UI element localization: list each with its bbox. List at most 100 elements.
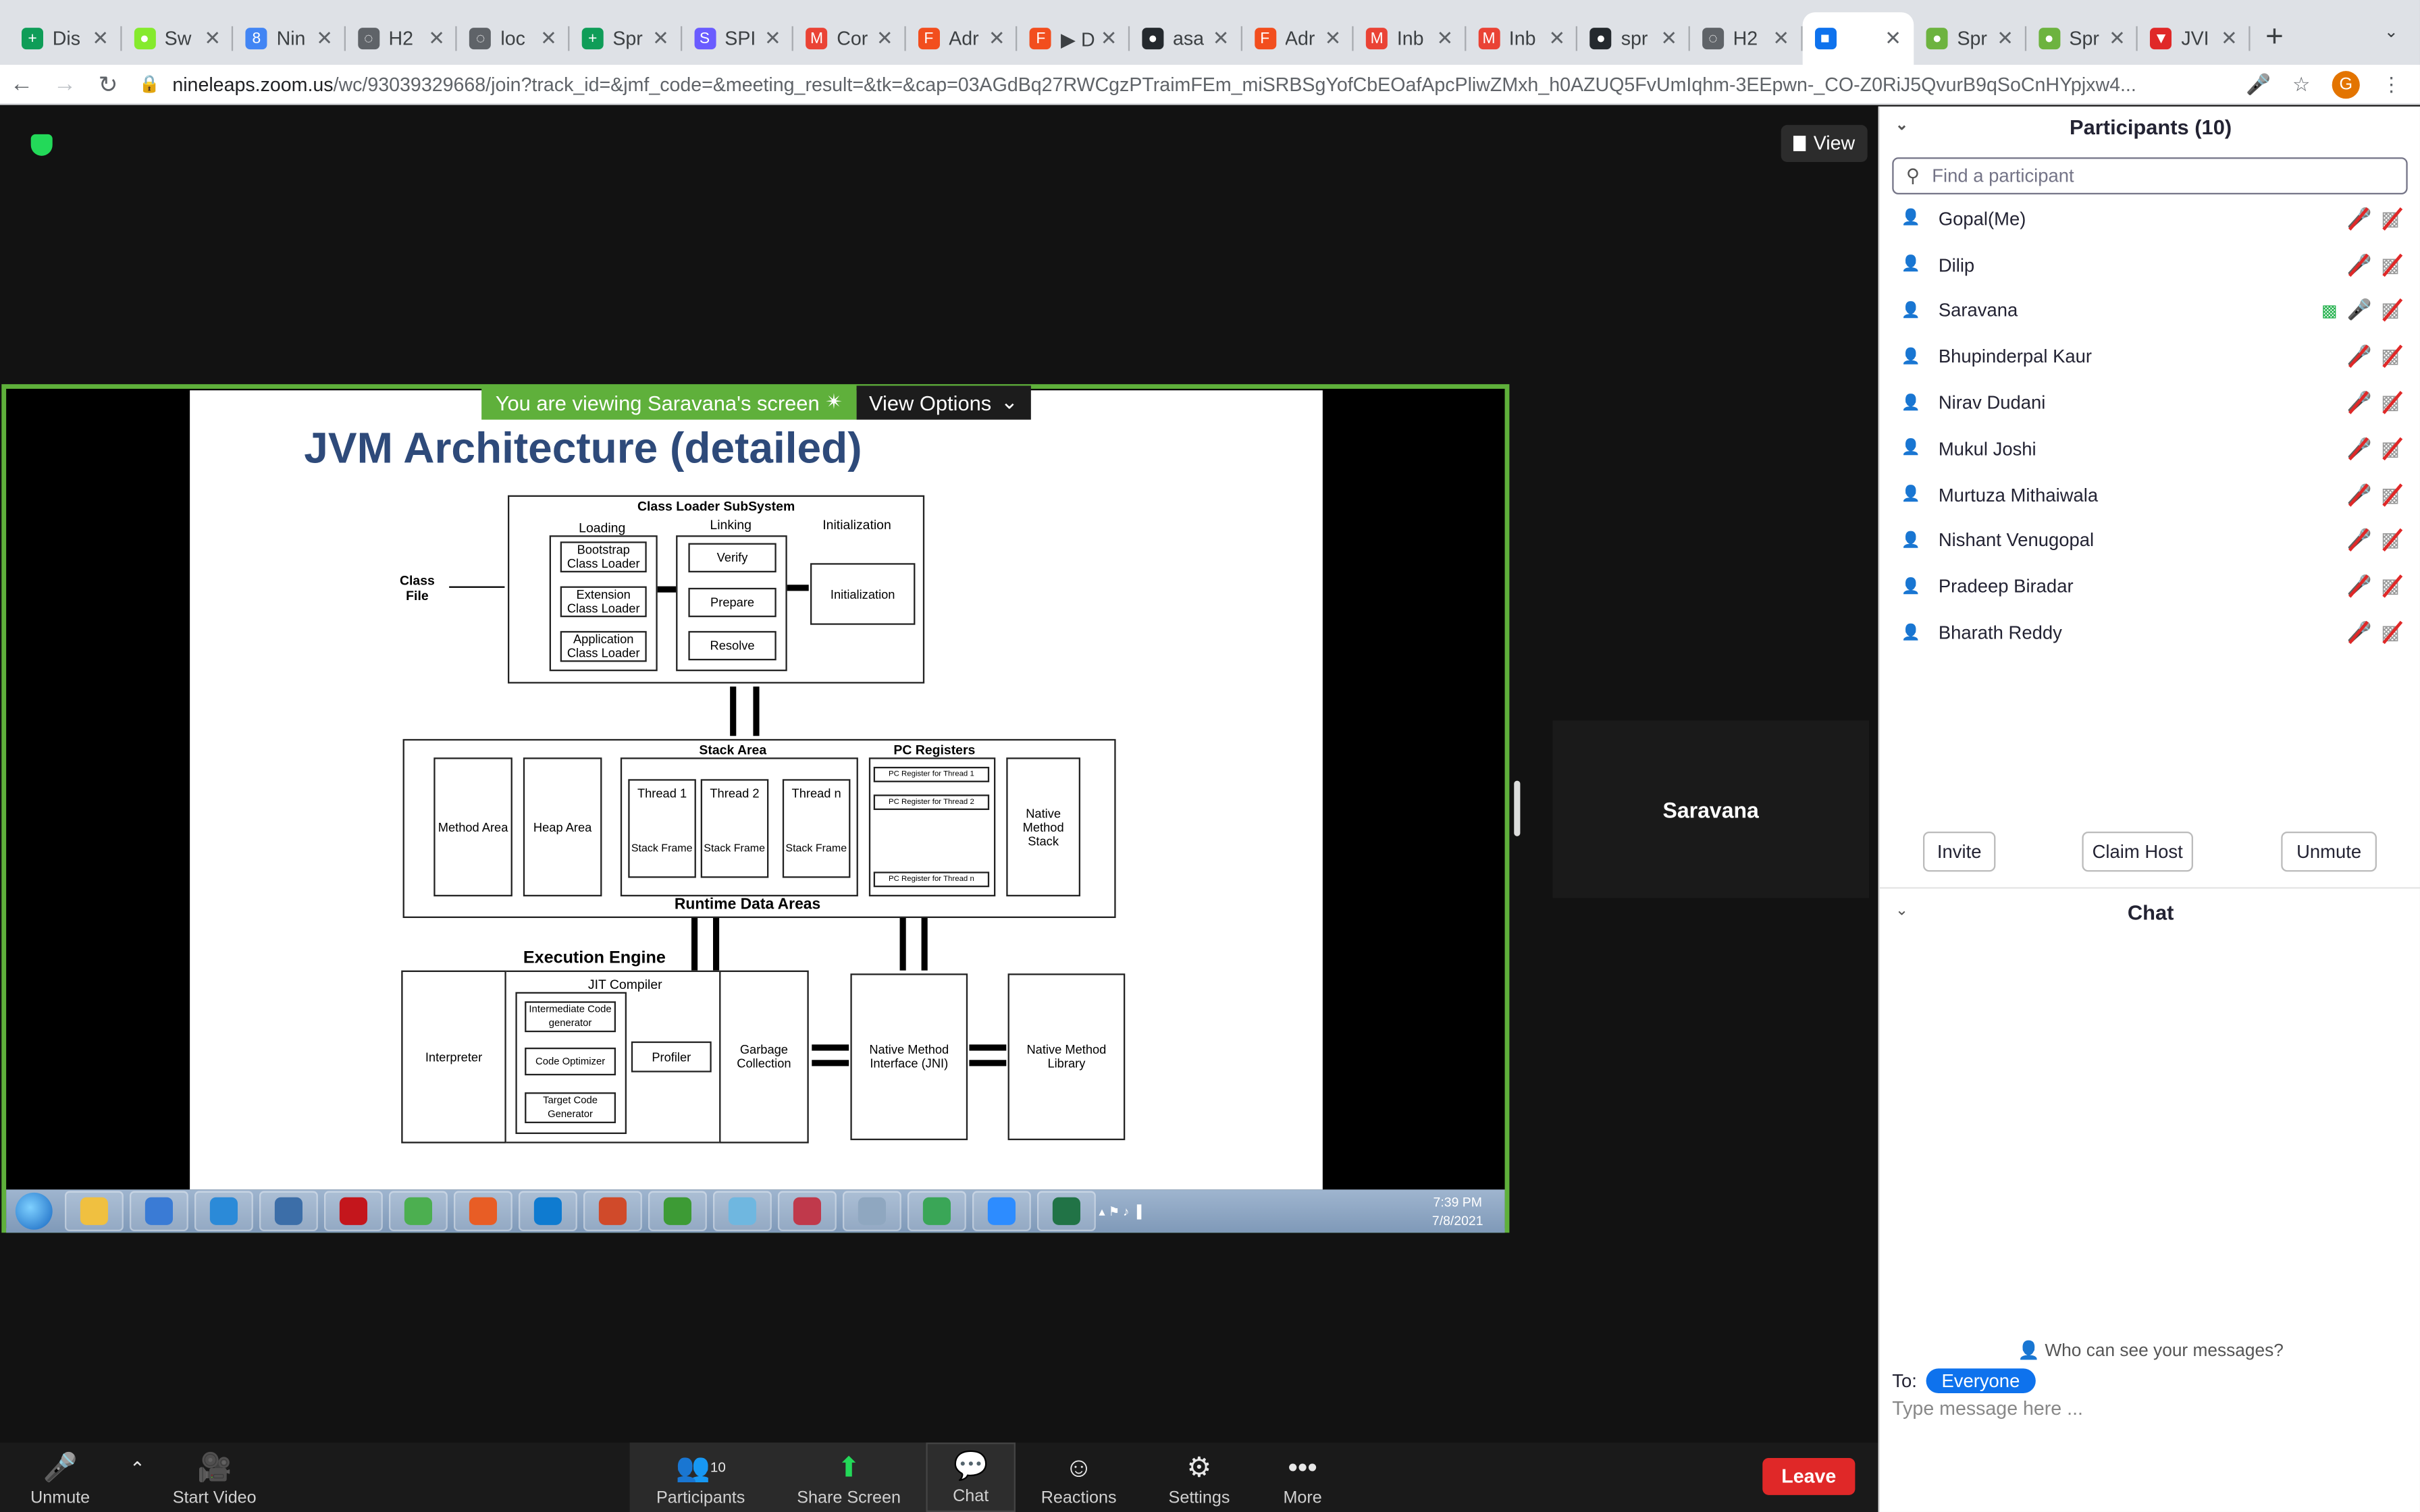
collapse-chat-icon[interactable]: ⌄ xyxy=(1895,902,1908,919)
profile-avatar[interactable]: G xyxy=(2332,70,2360,99)
tab-close-icon[interactable]: ✕ xyxy=(1325,26,1342,51)
browser-tab[interactable]: ◌ loc ✕ xyxy=(457,12,569,65)
browser-tab[interactable]: ◌ H2 ✕ xyxy=(1690,12,1802,65)
forward-icon[interactable]: → xyxy=(43,71,86,97)
tab-close-icon[interactable]: ✕ xyxy=(1437,26,1454,51)
tab-title: JVI xyxy=(2181,28,2209,50)
back-icon[interactable]: ← xyxy=(0,71,43,97)
tab-close-icon[interactable]: ✕ xyxy=(2221,26,2238,51)
tab-close-icon[interactable]: ✕ xyxy=(540,26,557,51)
browser-tab[interactable]: + Dis ✕ xyxy=(9,12,122,65)
participant-row[interactable]: 👤 Mukul Joshi 🎤 ▩ xyxy=(1880,426,2420,472)
tab-close-icon[interactable]: ✕ xyxy=(764,26,781,51)
recipient-selector[interactable]: Everyone xyxy=(1926,1368,2036,1393)
stack-frame-1: Stack Frame xyxy=(631,844,693,855)
browser-tab[interactable]: ● Spr ✕ xyxy=(2026,12,2138,65)
microphone-icon[interactable]: 🎤 xyxy=(2246,72,2271,97)
lock-icon[interactable]: 🔒 xyxy=(139,74,160,94)
tab-close-icon[interactable]: ✕ xyxy=(1885,26,1901,51)
participants-label: Participants xyxy=(656,1488,745,1508)
participant-row[interactable]: 👤 Saravana ▩ 🎤 ▩ xyxy=(1880,288,2420,333)
tab-close-icon[interactable]: ✕ xyxy=(1101,26,1117,51)
tab-close-icon[interactable]: ✕ xyxy=(652,26,669,51)
participant-search-input[interactable]: ⚲ Find a participant xyxy=(1892,157,2408,194)
tab-close-icon[interactable]: ✕ xyxy=(204,26,221,51)
class-file-label: Class File xyxy=(399,572,435,603)
browser-tab[interactable]: ● spr ✕ xyxy=(1578,12,1690,65)
panel-divider-handle[interactable] xyxy=(1514,780,1521,836)
browser-tab[interactable]: S SPI ✕ xyxy=(681,12,793,65)
share-screen-button[interactable]: ⬆ Share Screen xyxy=(796,1446,901,1507)
microphone-muted-icon: 🎤 xyxy=(43,1451,78,1482)
participant-row[interactable]: 👤 Gopal(Me) 🎤 ▩ xyxy=(1880,196,2420,242)
participant-row[interactable]: 👤 Nirav Dudani 🎤 ▩ xyxy=(1880,380,2420,426)
settings-button[interactable]: ⚙ Settings xyxy=(1161,1446,1238,1507)
unmute-button[interactable]: 🎤 Unmute xyxy=(28,1446,93,1507)
chat-button[interactable]: 💬 Chat xyxy=(926,1442,1016,1512)
tab-search-icon[interactable]: ⌄ xyxy=(2384,22,2398,41)
video-off-icon: ▩ xyxy=(2381,574,2400,599)
browser-menu-icon[interactable]: ⋮ xyxy=(2382,72,2402,97)
reactions-button[interactable]: ☺ Reactions xyxy=(1038,1446,1119,1507)
tab-close-icon[interactable]: ✕ xyxy=(316,26,333,51)
tab-close-icon[interactable]: ✕ xyxy=(92,26,109,51)
view-button[interactable]: View xyxy=(1781,125,1868,162)
tab-title: loc xyxy=(500,28,525,50)
claim-host-button[interactable]: Claim Host xyxy=(2082,831,2193,872)
tab-close-icon[interactable]: ✕ xyxy=(876,26,893,51)
tab-favicon-icon: M xyxy=(806,28,828,50)
reload-icon[interactable]: ↻ xyxy=(86,70,130,98)
participant-row[interactable]: 👤 Bharath Reddy 🎤 ▩ xyxy=(1880,610,2420,655)
microphone-muted-icon: 🎤 xyxy=(2346,574,2371,599)
browser-tab[interactable]: ▼ JVI ✕ xyxy=(2138,12,2250,65)
tab-close-icon[interactable]: ✕ xyxy=(1213,26,1230,51)
new-tab-button[interactable]: + xyxy=(2265,20,2284,56)
speaker-video-tile[interactable]: Saravana xyxy=(1552,720,1869,898)
participant-row[interactable]: 👤 Bhupinderpal Kaur 🎤 ▩ xyxy=(1880,334,2420,380)
address-bar[interactable]: 🔒 nineleaps.zoom.us/wc/93039329668/join?… xyxy=(139,67,2234,101)
tab-title: Sw xyxy=(164,28,192,50)
browser-tab[interactable]: + Spr ✕ xyxy=(569,12,681,65)
browser-tab[interactable]: ● Spr ✕ xyxy=(1914,12,2026,65)
invite-button[interactable]: Invite xyxy=(1922,831,1996,872)
who-can-see-link[interactable]: 👤 Who can see your messages? xyxy=(1880,1339,2420,1361)
tab-close-icon[interactable]: ✕ xyxy=(1660,26,1677,51)
browser-tab[interactable]: M Inb ✕ xyxy=(1466,12,1578,65)
start-video-button[interactable]: 🎥 Start Video xyxy=(169,1446,259,1507)
browser-tab[interactable]: ◌ H2 ✕ xyxy=(345,12,457,65)
browser-tab[interactable]: ■ ✕ xyxy=(1801,12,1914,65)
search-icon: ⚲ xyxy=(1905,165,1920,187)
more-button[interactable]: ••• More xyxy=(1275,1446,1330,1507)
participant-row[interactable]: 👤 Murtuza Mithaiwala 🎤 ▩ xyxy=(1880,472,2420,518)
participant-row[interactable]: 👤 Nishant Venugopal 🎤 ▩ xyxy=(1880,518,2420,564)
tab-close-icon[interactable]: ✕ xyxy=(1997,26,2014,51)
browser-tab[interactable]: 8 Nin ✕ xyxy=(234,12,346,65)
browser-tab[interactable]: F ▶ D ✕ xyxy=(1018,12,1130,65)
audio-options-caret[interactable]: ⌃ xyxy=(126,1447,148,1490)
unmute-self-button[interactable]: Unmute xyxy=(2281,831,2377,872)
bookmark-star-icon[interactable]: ☆ xyxy=(2292,72,2311,97)
browser-tab[interactable]: M Cor ✕ xyxy=(793,12,905,65)
participant-name: Gopal(Me) xyxy=(1938,208,2026,230)
browser-tab[interactable]: ● asa ✕ xyxy=(1130,12,1242,65)
browser-tab[interactable]: F Adr ✕ xyxy=(905,12,1018,65)
participants-button[interactable]: 👥 10 Participants xyxy=(654,1446,747,1507)
leave-button[interactable]: Leave xyxy=(1762,1457,1856,1495)
tab-close-icon[interactable]: ✕ xyxy=(989,26,1005,51)
chat-title: Chat xyxy=(2127,900,2174,925)
participant-name: Pradeep Biradar xyxy=(1938,576,2074,598)
tab-close-icon[interactable]: ✕ xyxy=(1548,26,1565,51)
prepare-box: Prepare xyxy=(688,587,777,618)
tab-close-icon[interactable]: ✕ xyxy=(2109,26,2126,51)
view-options-button[interactable]: View Options ⌄ xyxy=(856,385,1031,420)
browser-tab[interactable]: F Adr ✕ xyxy=(1242,12,1354,65)
tab-close-icon[interactable]: ✕ xyxy=(428,26,445,51)
participant-row[interactable]: 👤 Dilip 🎤 ▩ xyxy=(1880,242,2420,288)
tab-close-icon[interactable]: ✕ xyxy=(1772,26,1789,51)
participant-row[interactable]: 👤 Pradeep Biradar 🎤 ▩ xyxy=(1880,564,2420,610)
collapse-participants-icon[interactable]: ⌄ xyxy=(1895,117,1908,134)
browser-tab[interactable]: ● Sw ✕ xyxy=(122,12,234,65)
encryption-shield-icon[interactable] xyxy=(30,134,53,156)
chat-message-input[interactable]: Type message here ... xyxy=(1892,1398,2083,1420)
browser-tab[interactable]: M Inb ✕ xyxy=(1354,12,1466,65)
